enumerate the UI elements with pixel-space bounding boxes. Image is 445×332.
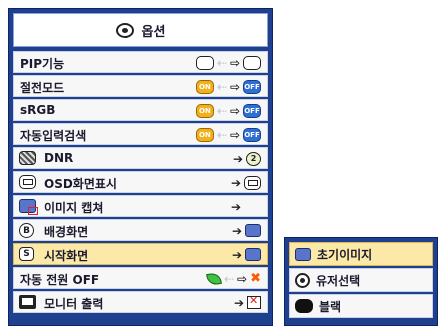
right-arrow-icon: ⇨: [229, 79, 240, 94]
submenu-item-label: 초기이미지: [317, 247, 373, 262]
menu-item-label: DNR: [44, 151, 74, 165]
osd-icon: [19, 175, 36, 189]
menu-item-srgb[interactable]: sRGB ON ⇠ ⇨ OFF: [13, 99, 268, 121]
x-mark-icon: ✖: [250, 271, 261, 286]
default-image-icon: [295, 247, 311, 261]
submenu-item-label: 블랙: [319, 299, 342, 314]
submenu-item-label: 유저선택: [316, 273, 361, 288]
menu-item-auto-search[interactable]: 자동입력검색 ON ⇠ ⇨ OFF: [13, 123, 268, 145]
dnr-level-icon: 2: [246, 151, 261, 166]
leaf-icon: [206, 271, 222, 286]
capture-control[interactable]: ➔: [231, 198, 261, 215]
startup-s-icon: S: [19, 247, 34, 261]
ghost-arrow-icon: ⇠: [216, 103, 227, 118]
menu-item-startup-screen[interactable]: S 시작화면 ➔: [13, 243, 268, 265]
pip-control[interactable]: ⇠ ⇨: [195, 54, 261, 71]
menu-item-label: 배경화면: [44, 225, 89, 239]
menu-item-auto-power-off[interactable]: 자동 전원 OFF ⇠ ⇨ ✖: [13, 267, 268, 289]
auto-power-off-control[interactable]: ⇠ ⇨ ✖: [206, 270, 261, 287]
osd-control[interactable]: ➔: [231, 174, 261, 191]
menu-item-label: 자동 전원 OFF: [20, 273, 100, 287]
on-pill-icon: ON: [195, 79, 214, 94]
menu-item-background[interactable]: B 배경화면 ➔: [13, 219, 268, 241]
menu-item-monitor-out[interactable]: 모니터 출력 ➔: [13, 291, 268, 313]
right-arrow-icon: ➔: [231, 247, 242, 262]
startup-control[interactable]: ➔: [232, 246, 261, 263]
menu-item-label: 자동입력검색: [20, 129, 87, 143]
options-menu: 옵션 PIP기능 ⇠ ⇨ 절전모드 ON ⇠ ⇨ OFF sRGB ON ⇠ ⇨…: [8, 8, 273, 326]
srgb-control[interactable]: ON ⇠ ⇨ OFF: [195, 102, 261, 119]
off-pill-icon: OFF: [243, 103, 261, 118]
right-arrow-icon: ➔: [230, 199, 241, 214]
right-arrow-icon: ➔: [231, 223, 242, 238]
empty-pill-icon: [195, 55, 214, 70]
ghost-arrow-icon: ⇠: [216, 79, 227, 94]
right-arrow-icon: ⇨: [237, 271, 248, 286]
dnr-icon: [19, 151, 36, 165]
menu-header: 옵션: [13, 13, 268, 47]
background-control[interactable]: ➔: [232, 222, 261, 239]
x-box-icon: [247, 294, 261, 309]
user-select-icon: [295, 272, 310, 288]
menu-item-label: 모니터 출력: [44, 297, 104, 311]
ghost-arrow-icon: ⇠: [216, 55, 227, 70]
options-icon: [115, 22, 134, 38]
off-pill-icon: OFF: [243, 127, 261, 142]
right-arrow-icon: ➔: [230, 175, 241, 190]
right-arrow-icon: ⇨: [229, 103, 240, 118]
background-b-icon: B: [19, 223, 34, 238]
right-arrow-icon: ➔: [233, 295, 244, 310]
right-arrow-icon: ⇨: [229, 127, 240, 142]
menu-rows: PIP기능 ⇠ ⇨ 절전모드 ON ⇠ ⇨ OFF sRGB ON ⇠ ⇨ OF…: [13, 51, 268, 315]
right-arrow-icon: ⇨: [229, 55, 240, 70]
auto-search-control[interactable]: ON ⇠ ⇨ OFF: [195, 126, 261, 143]
black-icon: [295, 299, 313, 313]
submenu-item-user-select[interactable]: 유저선택: [289, 268, 433, 292]
off-pill-icon: OFF: [243, 79, 261, 94]
menu-item-pip[interactable]: PIP기능 ⇠ ⇨: [13, 51, 268, 73]
ghost-arrow-icon: ⇠: [223, 271, 235, 286]
osd-target-icon: [244, 175, 261, 190]
monitor-out-control[interactable]: ➔: [234, 294, 261, 311]
menu-item-power-save[interactable]: 절전모드 ON ⇠ ⇨ OFF: [13, 75, 268, 97]
submenu-item-default-image[interactable]: 초기이미지: [289, 242, 433, 266]
menu-item-osd[interactable]: OSD화면표시 ➔: [13, 171, 268, 193]
menu-item-image-capture[interactable]: 이미지 캡쳐 ➔: [13, 195, 268, 217]
dnr-control[interactable]: ➔ 2: [233, 150, 261, 167]
menu-item-label: 이미지 캡쳐: [44, 201, 104, 215]
menu-item-label: 시작화면: [44, 249, 89, 263]
monitor-icon: [19, 295, 36, 309]
submenu-item-black[interactable]: 블랙: [289, 294, 433, 318]
on-pill-icon: ON: [195, 103, 214, 118]
ghost-arrow-icon: ⇠: [216, 127, 227, 142]
right-arrow-icon: ➔: [232, 151, 243, 166]
image-icon: [245, 248, 261, 261]
capture-icon: [19, 199, 38, 215]
on-pill-icon: ON: [195, 127, 214, 142]
empty-pill-icon: [243, 55, 261, 70]
power-save-control[interactable]: ON ⇠ ⇨ OFF: [195, 78, 261, 95]
menu-item-label: PIP기능: [20, 57, 65, 71]
menu-item-label: OSD화면표시: [44, 177, 117, 191]
menu-title: 옵션: [141, 24, 166, 40]
startup-submenu: 초기이미지 유저선택 블랙: [284, 237, 438, 326]
menu-item-label: 절전모드: [20, 81, 65, 95]
image-icon: [245, 224, 261, 237]
menu-item-label: sRGB: [20, 103, 56, 117]
menu-item-dnr[interactable]: DNR ➔ 2: [13, 147, 268, 169]
